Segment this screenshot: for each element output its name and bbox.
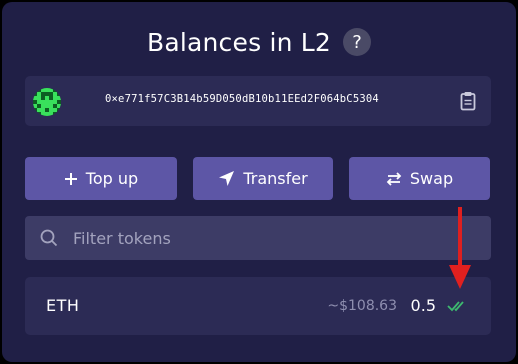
transfer-button[interactable]: Transfer	[193, 157, 333, 200]
filter-tokens-field	[25, 216, 491, 260]
top-up-label: Top up	[85, 169, 139, 188]
page-title: Balances in L2	[146, 27, 332, 57]
address-box: 0×e771f57C3B14b59D050dB10b11EEd2F064bC53…	[25, 76, 491, 126]
token-symbol: ETH	[46, 296, 80, 315]
avatar	[33, 88, 61, 116]
help-button[interactable]: ?	[343, 28, 372, 56]
top-up-button[interactable]: Top up	[25, 157, 177, 200]
filter-tokens-input[interactable]	[73, 216, 473, 260]
token-amount: 0.5	[410, 296, 436, 315]
swap-label: Swap	[409, 169, 454, 188]
search-icon	[40, 229, 58, 247]
clipboard-icon	[460, 92, 476, 111]
token-row[interactable]: ETH ~$108.63 0.5	[25, 277, 491, 335]
double-check-icon	[447, 301, 464, 312]
send-icon	[218, 170, 235, 187]
wallet-address: 0×e771f57C3B14b59D050dB10b11EEd2F064bC53…	[105, 93, 379, 105]
annotation-arrow-icon	[449, 207, 471, 289]
header: Balances in L2 ?	[2, 24, 516, 60]
swap-button[interactable]: Swap	[349, 157, 490, 200]
swap-arrows-icon	[386, 171, 402, 187]
balances-panel: Balances in L2 ? 0×e771f57C3B14b59D050dB…	[2, 2, 516, 362]
copy-address-button[interactable]	[459, 91, 477, 111]
plus-icon	[64, 172, 78, 186]
question-mark-icon: ?	[352, 31, 362, 53]
transfer-label: Transfer	[243, 169, 308, 188]
token-usd-value: ~$108.63	[327, 298, 397, 314]
